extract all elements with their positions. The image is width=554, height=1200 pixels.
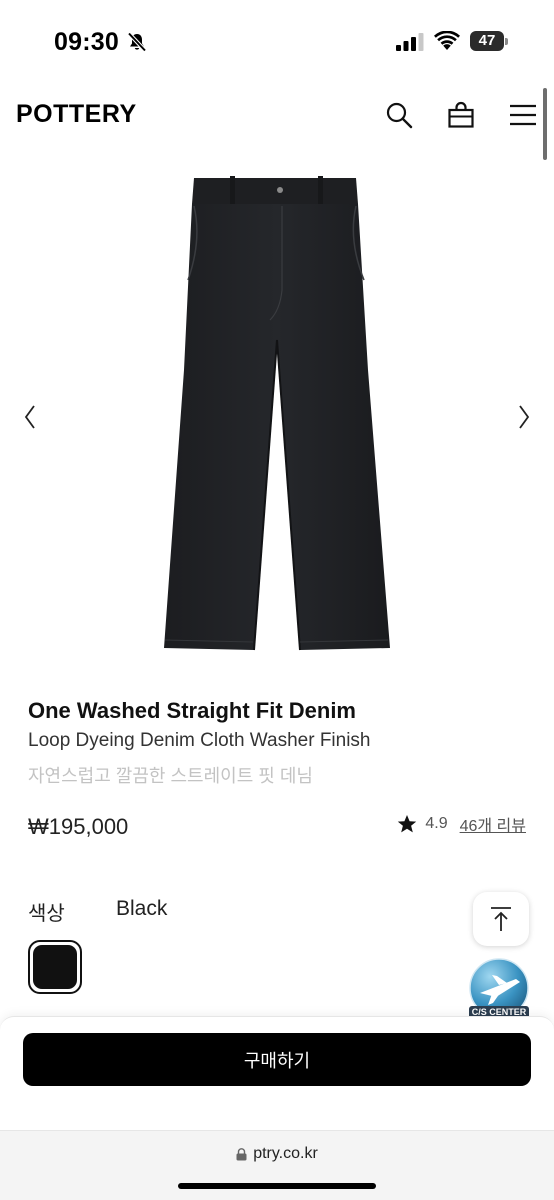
chevron-left-icon[interactable] — [20, 400, 40, 434]
menu-icon — [510, 104, 536, 126]
menu-button[interactable] — [506, 98, 540, 132]
site-header: POTTERY — [0, 84, 554, 148]
cart-button[interactable] — [444, 98, 478, 132]
product-gallery[interactable] — [0, 160, 554, 670]
buy-button[interactable]: 구매하기 — [23, 1033, 531, 1086]
product-subtitle: Loop Dyeing Denim Cloth Washer Finish — [28, 730, 371, 751]
reviews-link[interactable]: 46개 리뷰 — [460, 812, 526, 836]
scroll-top-icon — [491, 907, 511, 931]
status-bar: 09:30 47 — [0, 0, 554, 84]
rating-value: 4.9 — [425, 815, 448, 832]
rating-summary: 4.9 46개 리뷰 — [397, 812, 526, 836]
product-image — [164, 176, 390, 651]
cs-center-button[interactable]: C/S CENTER — [466, 957, 532, 1023]
wifi-icon — [434, 31, 460, 50]
bell-slash-icon — [127, 32, 147, 52]
site-logo[interactable]: POTTERY — [16, 100, 137, 129]
scroll-top-button[interactable] — [473, 892, 529, 946]
purchase-bar: 구매하기 — [0, 1016, 554, 1130]
product-title: One Washed Straight Fit Denim — [28, 698, 356, 723]
color-label: 색상 — [28, 903, 65, 925]
battery-indicator: 47 — [470, 31, 508, 51]
search-icon — [386, 102, 413, 129]
search-button[interactable] — [382, 98, 416, 132]
battery-level: 47 — [478, 32, 496, 49]
status-time: 09:30 — [54, 28, 119, 56]
color-value: Black — [116, 897, 168, 920]
star-icon — [398, 815, 417, 833]
color-swatch-black[interactable] — [28, 940, 82, 994]
home-indicator[interactable] — [178, 1183, 376, 1189]
url-text[interactable]: ptry.co.kr — [253, 1145, 318, 1163]
chevron-right-icon[interactable] — [514, 400, 534, 434]
product-subtitle-ko: 자연스럽고 깔끔한 스트레이트 핏 데님 — [28, 766, 313, 786]
lock-icon — [236, 1147, 247, 1160]
bag-icon — [448, 101, 474, 128]
signal-icon — [396, 33, 424, 51]
browser-address-bar[interactable]: ptry.co.kr — [0, 1130, 554, 1200]
product-price: ₩195,000 — [28, 814, 129, 839]
